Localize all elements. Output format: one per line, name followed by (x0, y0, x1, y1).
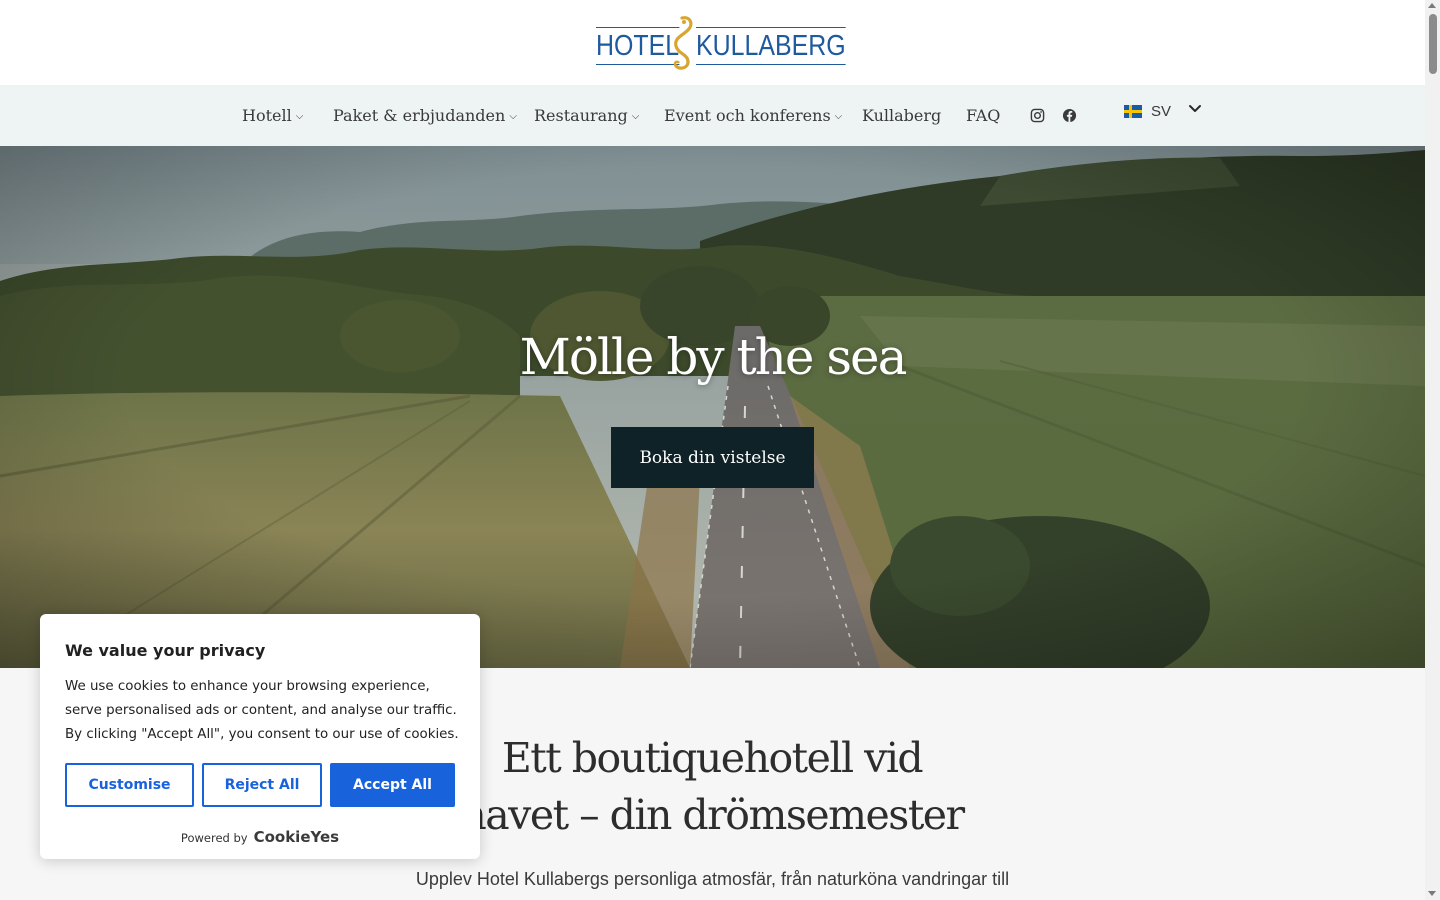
scrollbar-thumb[interactable] (1429, 14, 1437, 74)
chevron-down-icon: ⌵ (295, 111, 304, 122)
nav-item-label: Hotell (242, 106, 292, 125)
language-selector[interactable]: SV (1124, 100, 1171, 122)
cookie-consent-banner: We value your privacy We use cookies to … (40, 614, 480, 859)
instagram-icon[interactable] (1030, 108, 1045, 123)
nav-item-label: FAQ (966, 106, 1001, 125)
cookie-title: We value your privacy (65, 641, 266, 660)
nav-item-event-konferens[interactable]: Event och konferens ⌵ (664, 85, 842, 146)
chevron-down-icon[interactable] (1188, 104, 1202, 114)
scroll-down-arrow-icon[interactable] (1428, 891, 1436, 896)
nav-item-hotell[interactable]: Hotell ⌵ (242, 85, 303, 146)
reject-all-button[interactable]: Reject All (202, 763, 322, 807)
facebook-icon[interactable] (1062, 108, 1077, 123)
book-stay-button[interactable]: Boka din vistelse (611, 427, 814, 488)
sweden-flag-icon (1124, 104, 1142, 118)
hero-background-image (0, 146, 1425, 668)
powered-by: Powered by CookieYes (40, 828, 480, 846)
scroll-up-arrow-icon[interactable] (1428, 3, 1436, 8)
nav-item-label: Event och konferens (664, 106, 831, 125)
language-code: SV (1151, 102, 1172, 120)
cookie-description: We use cookies to enhance your browsing … (65, 679, 459, 742)
powered-by-text: Powered by (180, 831, 248, 845)
hero-section: Mölle by the sea Boka din vistelse (0, 146, 1425, 668)
nav-item-faq[interactable]: FAQ (966, 85, 1000, 146)
page-scrollbar[interactable] (1425, 0, 1440, 900)
nav-item-label: Restaurang (534, 106, 628, 125)
intro-heading-line: Ett boutiquehotell vid (501, 734, 924, 782)
accept-all-button[interactable]: Accept All (330, 763, 455, 807)
nav-item-restaurang[interactable]: Restaurang ⌵ (534, 85, 639, 146)
main-navigation: Hotell ⌵ Paket & erbjudanden ⌵ Restaurang ⌵… (0, 85, 1425, 146)
chevron-down-icon: ⌵ (509, 111, 517, 122)
logo-text-right: KULLABERG (696, 27, 846, 65)
chevron-down-icon: ⌵ (834, 111, 843, 122)
cookieyes-logo[interactable]: CookieYes (254, 828, 340, 846)
nav-item-label: Kullaberg (862, 106, 942, 125)
hotel-logo[interactable]: HOTEL KULLABERG (596, 14, 846, 72)
chevron-down-icon: ⌵ (631, 111, 640, 122)
intro-text: Upplev Hotel Kullabergs personliga atmos… (415, 869, 1010, 889)
customise-button[interactable]: Customise (65, 763, 194, 807)
hero-title: Mölle by the sea (519, 328, 908, 386)
intro-heading: Ett boutiquehotell vid havet – din dröms… (412, 730, 1012, 844)
nav-item-paket-erbjudanden[interactable]: Paket & erbjudanden ⌵ (333, 85, 517, 146)
nav-item-kullaberg[interactable]: Kullaberg (862, 85, 941, 146)
intro-heading-line: havet – din drömsemester (460, 791, 965, 839)
seahorse-logo-icon (673, 16, 693, 70)
nav-item-label: Paket & erbjudanden (333, 106, 506, 125)
site-header: HOTEL KULLABERG (0, 0, 1425, 85)
